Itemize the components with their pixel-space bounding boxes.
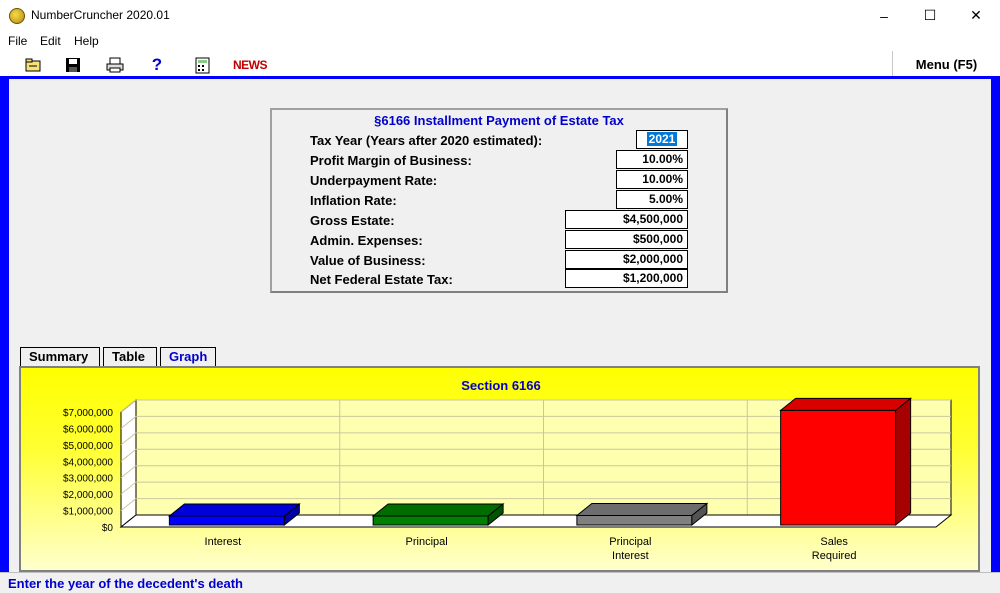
calculator-icon[interactable] [193, 56, 211, 74]
tab-summary[interactable]: Summary [20, 347, 100, 366]
underpayment-rate-label: Underpayment Rate: [310, 173, 438, 188]
y-tick-label: $1,000,000 [63, 507, 113, 518]
chart-title: Section 6166 [461, 378, 541, 393]
inflation-rate-label: Inflation Rate: [310, 193, 397, 208]
x-tick-label: Principal [406, 536, 448, 548]
title-bar: NumberCruncher 2020.01 – ☐ ✕ [0, 0, 1000, 31]
admin-expenses-input[interactable]: $500,000 [565, 230, 688, 249]
menu-help[interactable]: Help [74, 34, 99, 48]
minimize-button[interactable]: – [861, 0, 907, 31]
input-form: §6166 Installment Payment of Estate Tax … [270, 108, 728, 293]
frame-right [991, 78, 1000, 572]
chart-panel: Section 6166 $0 $1,000,000 $2,000,000 $3,000… [19, 366, 980, 572]
help-icon[interactable]: ? [150, 55, 164, 74]
print-icon[interactable] [106, 56, 124, 74]
underpayment-rate-input[interactable]: 10.00% [616, 170, 688, 189]
bar-side [895, 397, 912, 527]
status-message: Enter the year of the decedent's death [8, 576, 243, 591]
bar-top [167, 503, 301, 517]
bar-front [576, 515, 693, 526]
tab-table[interactable]: Table [103, 347, 157, 366]
bar-top [575, 503, 709, 516]
bar-chart: Section 6166 $0 $1,000,000 $2,000,000 $3,000… [63, 378, 953, 562]
menu-file[interactable]: File [8, 34, 27, 48]
y-tick-label: $6,000,000 [63, 424, 113, 435]
y-tick-label: $4,000,000 [63, 457, 113, 468]
news-icon[interactable]: NEWS [233, 56, 268, 74]
tax-year-input[interactable]: 2021 [636, 130, 688, 149]
x-tick-label: Sales [820, 536, 848, 548]
status-bar: Enter the year of the decedent's death [0, 572, 1000, 593]
bar-front [372, 515, 489, 526]
tab-graph[interactable]: Graph [160, 347, 216, 366]
gross-estate-input[interactable]: $4,500,000 [565, 210, 688, 229]
menu-bar: File Edit Help [0, 31, 1000, 51]
bar-top [371, 503, 505, 517]
tax-year-label: Tax Year (Years after 2020 estimated): [310, 133, 543, 148]
bar-top [779, 397, 913, 411]
frame-left [0, 78, 9, 572]
y-tick-label: $0 [102, 523, 114, 534]
y-tick-label: $7,000,000 [63, 408, 113, 419]
x-tick-label: Principal [609, 536, 651, 548]
y-tick-label: $2,000,000 [63, 490, 113, 501]
app-icon [9, 8, 25, 24]
open-folder-icon[interactable] [24, 56, 42, 74]
inflation-rate-input[interactable]: 5.00% [616, 190, 688, 209]
window-title: NumberCruncher 2020.01 [31, 8, 170, 22]
estate-tax-label: Net Federal Estate Tax: [310, 272, 453, 287]
gross-estate-label: Gross Estate: [310, 213, 395, 228]
bar-front [168, 515, 285, 526]
toolbar: ? NEWS [0, 51, 1000, 78]
profit-margin-input[interactable]: 10.00% [616, 150, 688, 169]
save-icon[interactable] [64, 56, 82, 74]
menu-edit[interactable]: Edit [40, 34, 61, 48]
y-tick-label: $5,000,000 [63, 441, 113, 452]
admin-expenses-label: Admin. Expenses: [310, 233, 423, 248]
estate-tax-input[interactable]: $1,200,000 [565, 269, 688, 288]
x-tick-label: Required [812, 550, 857, 562]
menu-f5-button[interactable]: Menu (F5) [892, 51, 1000, 78]
form-title: §6166 Installment Payment of Estate Tax [374, 113, 624, 128]
y-tick-label: $3,000,000 [63, 474, 113, 485]
bar-front [780, 409, 897, 526]
x-tick-label: Interest [205, 536, 242, 548]
x-tick-label: Interest [612, 550, 649, 562]
profit-margin-label: Profit Margin of Business: [310, 153, 472, 168]
maximize-button[interactable]: ☐ [907, 0, 953, 31]
chart-side-wall [120, 398, 137, 529]
close-button[interactable]: ✕ [953, 0, 999, 31]
business-value-input[interactable]: $2,000,000 [565, 250, 688, 269]
business-value-label: Value of Business: [310, 253, 426, 268]
